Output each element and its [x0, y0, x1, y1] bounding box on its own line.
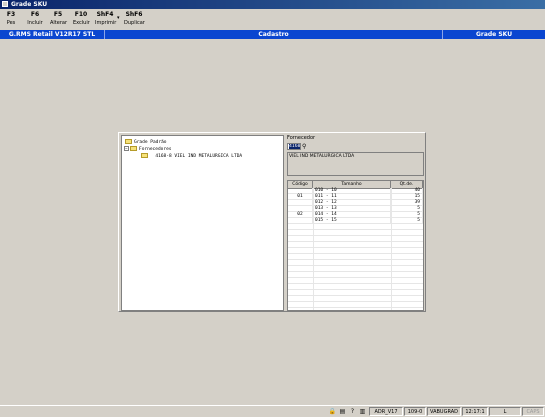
module-header-bar: G.RMS Retail V12R17 STL Cadastro Grade S… — [0, 30, 545, 39]
column-header-codigo[interactable]: Código — [288, 181, 313, 188]
status-bar: 🔒 ▤ ? ▥ ADR_V17 109-0 VABUGRAD 12:17:1 L… — [0, 405, 545, 417]
location-status: VABUGRAD — [427, 407, 461, 416]
section-name: Cadastro — [258, 31, 289, 38]
size-grid[interactable]: Código Tamanho Qt.de. 010 - 10 40 01 011… — [287, 180, 424, 311]
empty-row[interactable] — [288, 302, 423, 308]
app-icon — [2, 1, 8, 7]
code-status: 109-0 — [404, 407, 426, 416]
mode-status: L — [489, 407, 521, 416]
window-title: Grade SKU — [11, 1, 48, 8]
alter-button[interactable]: F5 Alterar — [50, 11, 68, 27]
collapse-icon[interactable]: − — [124, 146, 129, 151]
print-dropdown-icon[interactable]: ▾ — [117, 15, 120, 21]
include-label: Incluir — [27, 20, 43, 26]
alter-label: Alterar — [50, 20, 68, 26]
binoculars-search-icon[interactable]: ⚲ — [302, 143, 310, 150]
fornecedor-code-value: 4168 — [289, 144, 301, 149]
help-icon[interactable]: ? — [348, 407, 357, 416]
lock-icon[interactable]: 🔒 — [328, 407, 337, 416]
print-button[interactable]: ShF4 Imprimir — [95, 11, 117, 27]
duplicate-label: Duplicar — [124, 20, 145, 26]
alter-key: F5 — [53, 11, 63, 18]
print-label: Imprimir — [95, 20, 117, 26]
grade-sku-panel: Grade Padrão − Fornecedores 4168-8 VIEL I… — [118, 132, 426, 312]
user-status: ADR_V17 — [369, 407, 403, 416]
column-divider — [391, 188, 392, 310]
system-name: G.RMS Retail V12R17 STL — [8, 31, 96, 38]
caps-indicator: CAPS — [522, 407, 544, 416]
window-title-bar: Grade SKU — [0, 0, 545, 9]
tree-node-fornecedores[interactable]: − Fornecedores — [124, 146, 172, 153]
fornecedor-description: VIEL IND METALURGICA LTDA — [287, 152, 424, 176]
delete-button[interactable]: F10 Excluir — [73, 11, 90, 27]
include-key: F6 — [30, 11, 40, 18]
folder-icon — [125, 139, 132, 144]
column-header-qtde[interactable]: Qt.de. — [391, 181, 423, 188]
duplicate-key: ShF6 — [125, 11, 143, 18]
module-name: Grade SKU — [475, 31, 513, 38]
supplier-detail: Fornecedor 4168 ⚲ VIEL IND METALURGICA L… — [287, 135, 424, 311]
supplier-tree[interactable]: Grade Padrão − Fornecedores 4168-8 VIEL I… — [121, 135, 284, 311]
duplicate-button[interactable]: ShF6 Duplicar — [124, 11, 145, 27]
column-header-tamanho[interactable]: Tamanho — [313, 181, 391, 188]
search-button[interactable]: F3 Pes — [4, 11, 18, 27]
tree-node-label: 4168-8 VIEL IND METALURGICA LTDA — [155, 154, 243, 159]
tree-node-label: Grade Padrão — [134, 140, 167, 145]
folder-icon[interactable]: ▤ — [338, 407, 347, 416]
tree-node-label: Fornecedores — [139, 147, 172, 152]
print-key: ShF4 — [96, 11, 114, 18]
fornecedor-label: Fornecedor — [287, 135, 316, 141]
folder-icon — [141, 153, 148, 158]
delete-key: F10 — [74, 11, 88, 18]
column-divider — [313, 188, 314, 310]
include-button[interactable]: F6 Incluir — [27, 11, 43, 27]
time-status: 12:17:1 — [462, 407, 488, 416]
toolbar: F3 Pes F6 Incluir F5 Alterar F10 Excluir… — [0, 9, 545, 30]
search-label: Pes — [6, 20, 16, 26]
tree-node-supplier[interactable]: 4168-8 VIEL IND METALURGICA LTDA — [141, 153, 242, 160]
tree-node-grade-padrao[interactable]: Grade Padrão — [125, 139, 167, 146]
delete-label: Excluir — [73, 20, 90, 26]
folder-icon — [130, 146, 137, 151]
fornecedor-code-input[interactable]: 4168 — [287, 143, 301, 150]
printer-icon[interactable]: ▥ — [358, 407, 367, 416]
search-key: F3 — [6, 11, 16, 18]
